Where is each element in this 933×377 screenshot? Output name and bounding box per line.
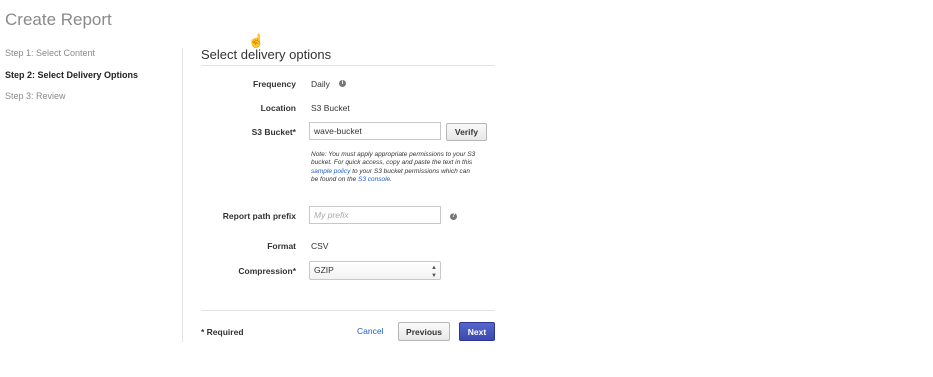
format-label: Format [267, 241, 296, 251]
format-value: CSV [311, 241, 329, 251]
frequency-value: Daily [311, 79, 330, 89]
verify-button[interactable]: Verify [446, 123, 487, 141]
step-select-content[interactable]: Step 1: Select Content [5, 47, 138, 69]
note-text-end: . [390, 176, 392, 184]
s3-bucket-input[interactable] [309, 122, 441, 140]
step-review[interactable]: Step 3: Review [5, 90, 138, 112]
location-value: S3 Bucket [311, 103, 350, 113]
vertical-divider [182, 48, 183, 342]
s3-console-link[interactable]: S3 console [358, 176, 390, 183]
info-icon[interactable]: i [339, 80, 346, 87]
footer-divider [201, 310, 495, 311]
next-button[interactable]: Next [459, 322, 495, 341]
permissions-note: Note: You must apply appropriate permiss… [311, 151, 476, 185]
select-arrows-icon: ▲ ▼ [431, 265, 437, 279]
note-text: Note: You must apply appropriate permiss… [311, 151, 476, 167]
frequency-label: Frequency [253, 79, 296, 89]
compression-label: Compression* [238, 266, 296, 276]
section-title: Select delivery options [201, 47, 332, 62]
required-note: * Required [201, 327, 244, 337]
page-title: Create Report [5, 10, 112, 29]
cancel-link[interactable]: Cancel [357, 326, 383, 336]
section-divider [201, 65, 495, 66]
step-select-delivery-options[interactable]: Step 2: Select Delivery Options [5, 69, 138, 91]
report-path-prefix-label: Report path prefix [222, 211, 296, 221]
previous-button[interactable]: Previous [398, 322, 450, 341]
report-path-prefix-input[interactable] [309, 206, 441, 224]
wizard-steps: Step 1: Select Content Step 2: Select De… [5, 47, 138, 112]
sample-policy-link[interactable]: sample policy [311, 168, 350, 175]
location-label: Location [260, 103, 296, 113]
help-icon[interactable]: ? [450, 213, 457, 220]
s3-bucket-label: S3 Bucket* [251, 127, 296, 137]
compression-select[interactable]: GZIP ▲ ▼ [309, 261, 441, 280]
compression-selected-value: GZIP [314, 265, 334, 275]
